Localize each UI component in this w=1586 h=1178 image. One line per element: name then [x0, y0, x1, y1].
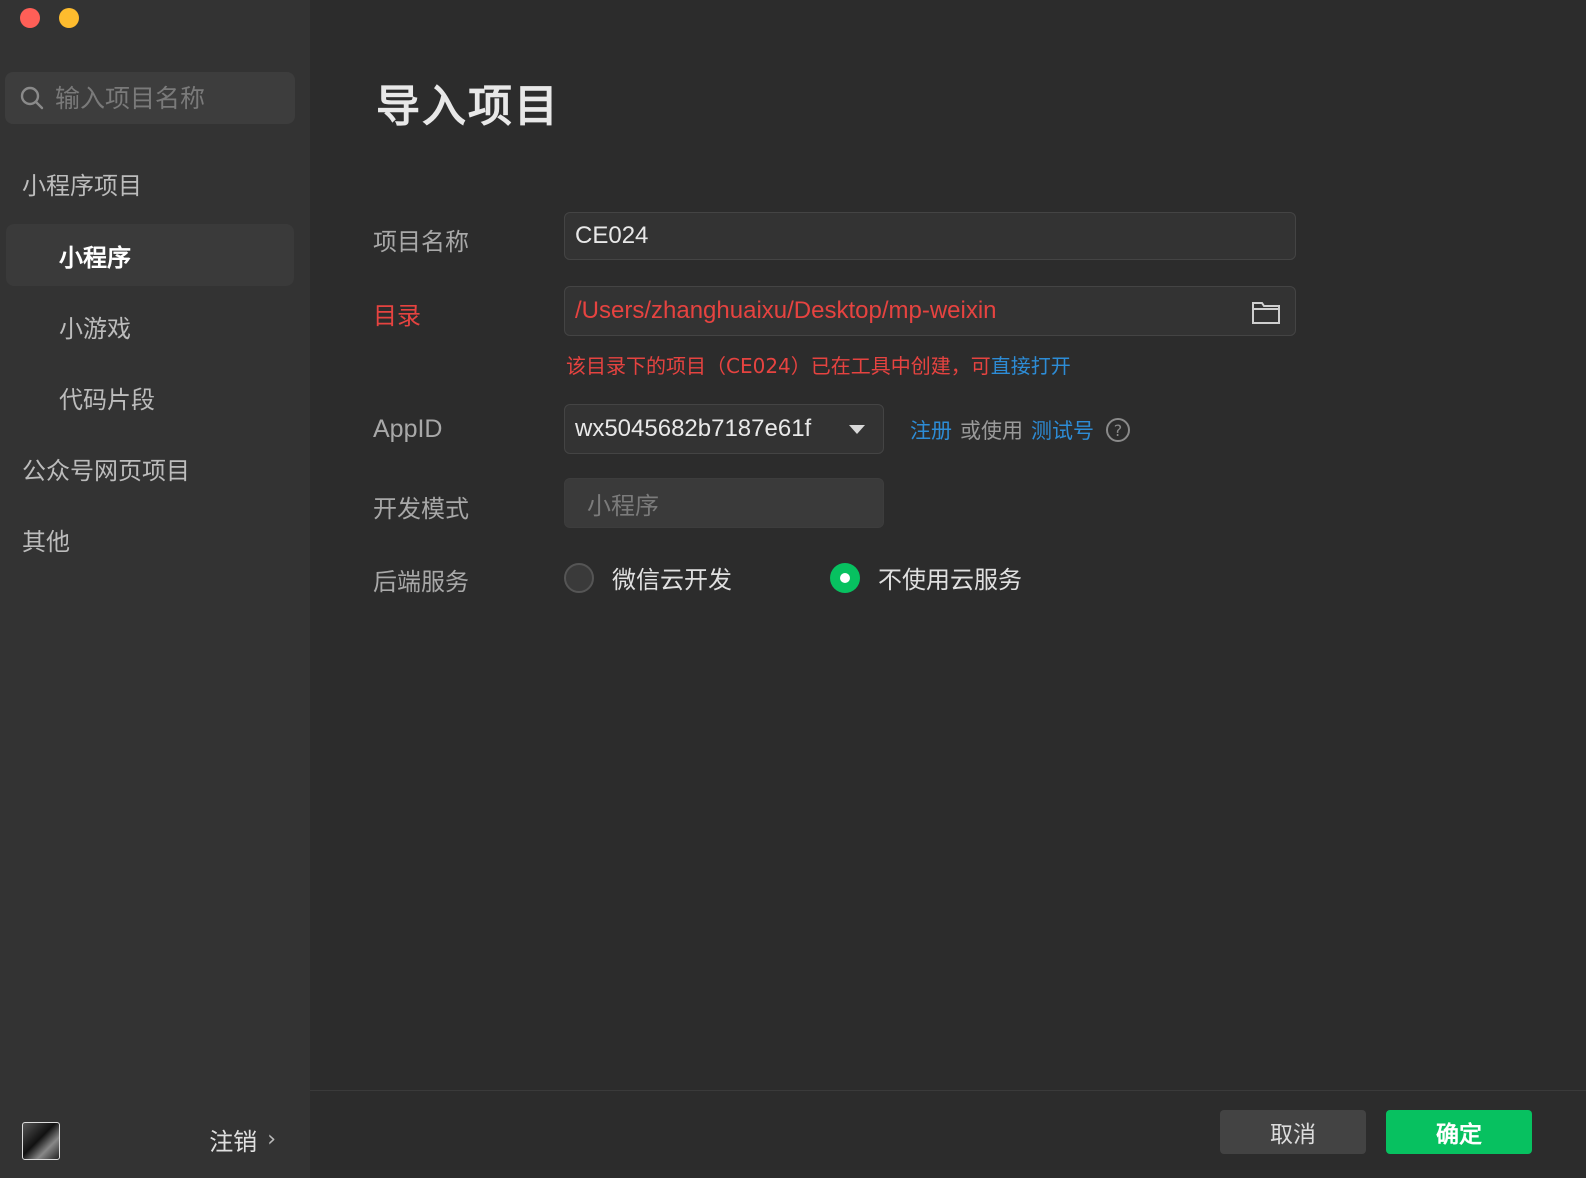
directory-field[interactable]: /Users/zhanghuaixu/Desktop/mp-weixin	[564, 286, 1296, 336]
test-account-link[interactable]: 测试号	[1031, 415, 1094, 445]
sidebar-item-minigame[interactable]: 小游戏	[6, 295, 294, 357]
open-directly-link[interactable]: 直接打开	[991, 354, 1071, 378]
window-controls	[20, 8, 79, 28]
radio-no-cloud[interactable]: 不使用云服务	[830, 560, 1022, 595]
directory-label: 目录	[373, 302, 421, 330]
project-search	[5, 72, 295, 124]
sidebar-item-miniprogram[interactable]: 小程序	[6, 224, 294, 286]
project-name-value: CE024	[575, 222, 649, 249]
register-link[interactable]: 注册	[910, 415, 952, 445]
search-icon	[20, 86, 44, 110]
backend-service-label: 后端服务	[373, 568, 469, 596]
main-panel: 导入项目 项目名称 CE024 目录 /Users/zhanghuaixu/De…	[310, 0, 1586, 1178]
directory-hint-text: 该目录下的项目（CE024）已在工具中创建，可	[566, 354, 991, 378]
dev-mode-label: 开发模式	[373, 495, 469, 523]
radio-circle-checked[interactable]	[830, 562, 860, 593]
search-input[interactable]	[53, 82, 287, 114]
radio-circle-unchecked[interactable]	[564, 562, 594, 593]
directory-hint: 该目录下的项目（CE024）已在工具中创建，可直接打开	[566, 350, 1071, 379]
sidebar-group-miniprogram-projects[interactable]: 小程序项目	[6, 152, 294, 214]
project-name-label: 项目名称	[373, 228, 469, 256]
sidebar-group-official-account-web[interactable]: 公众号网页项目	[6, 437, 294, 499]
chevron-right-icon: ›	[267, 1127, 276, 1152]
close-window-button[interactable]	[20, 8, 40, 28]
page-title: 导入项目	[376, 81, 560, 132]
dev-mode-value: 小程序	[587, 492, 659, 520]
appid-select[interactable]: wx5045682b7187e61f	[564, 404, 884, 454]
sidebar-group-other[interactable]: 其他	[6, 508, 294, 570]
cancel-button[interactable]: 取消	[1220, 1110, 1366, 1154]
backend-service-options: 微信云开发 不使用云服务	[564, 560, 1022, 595]
sidebar-item-code-snippet[interactable]: 代码片段	[6, 366, 294, 428]
confirm-button[interactable]: 确定	[1386, 1110, 1532, 1154]
avatar[interactable]	[22, 1122, 60, 1160]
chevron-down-icon[interactable]	[849, 425, 865, 434]
folder-icon[interactable]	[1251, 299, 1281, 325]
help-icon[interactable]: ?	[1106, 418, 1130, 442]
directory-value: /Users/zhanghuaixu/Desktop/mp-weixin	[575, 297, 997, 324]
minimize-window-button[interactable]	[59, 8, 79, 28]
or-use-text: 或使用	[960, 419, 1023, 443]
appid-label: AppID	[373, 415, 443, 443]
dev-mode-field: 小程序	[564, 478, 884, 528]
logout-label: 注销	[209, 1128, 258, 1156]
appid-value: wx5045682b7187e61f	[575, 415, 812, 442]
sidebar-footer: 注销 ›	[0, 1104, 310, 1178]
radio-wechat-cloud-label: 微信云开发	[612, 566, 732, 594]
footer-divider	[310, 1090, 1586, 1091]
radio-no-cloud-label: 不使用云服务	[878, 566, 1022, 594]
sidebar: 小程序项目 小程序 小游戏 代码片段 公众号网页项目 其他 注销 ›	[0, 0, 310, 1178]
logout-button[interactable]: 注销 ›	[209, 1122, 276, 1157]
appid-actions: 注册 或使用 测试号 ?	[910, 415, 1130, 445]
radio-wechat-cloud[interactable]: 微信云开发	[564, 560, 732, 595]
project-name-field[interactable]: CE024	[564, 212, 1296, 260]
